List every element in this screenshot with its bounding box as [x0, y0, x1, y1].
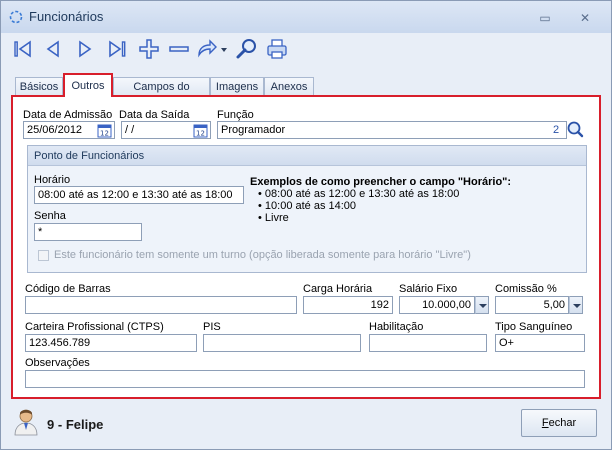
prev-icon [46, 40, 59, 58]
observacoes-label: Observações [25, 357, 90, 369]
first-record-button[interactable] [11, 37, 35, 61]
saida-label: Data da Saída [119, 109, 190, 121]
ctps-label: Carteira Profissional (CTPS) [25, 321, 164, 333]
next-record-button[interactable] [73, 37, 97, 61]
fechar-label: echar [548, 417, 577, 429]
print-icon [267, 39, 287, 59]
comissao-label: Comissão % [495, 283, 557, 295]
carga-horaria-label: Carga Horária [303, 283, 373, 295]
um-turno-checkbox[interactable] [38, 250, 49, 261]
last-record-button[interactable] [105, 37, 129, 61]
user-separator: - [57, 417, 63, 432]
tab-anexos[interactable]: Anexos [264, 77, 314, 97]
habilitacao-label: Habilitação [369, 321, 424, 333]
salario-dropdown[interactable] [475, 296, 489, 314]
calendar-icon[interactable]: 12 [97, 123, 112, 138]
tab-outros[interactable]: Outros [63, 73, 113, 97]
previous-record-button[interactable] [41, 37, 65, 61]
horario-field[interactable]: 08:00 até as 12:00 e 13:30 até as 18:00 [34, 186, 244, 204]
pis-label: PIS [203, 321, 221, 333]
codigo-barras-field[interactable] [25, 296, 297, 314]
tab-campos-do-usuario[interactable]: Campos do Usuário [113, 77, 210, 111]
next-icon [79, 40, 92, 58]
refresh-button[interactable] [195, 37, 219, 61]
search-icon[interactable] [566, 120, 584, 138]
pis-field[interactable] [203, 334, 361, 352]
user-id: 9 [47, 417, 55, 432]
ponto-group-header: Ponto de Funcionários [28, 146, 586, 166]
app-icon [9, 10, 23, 24]
fechar-accel: F [541, 417, 549, 429]
tab-basicos[interactable]: Básicos [15, 77, 63, 97]
window: Funcionários ▭ ✕ Básicos Outros Campos d… [0, 0, 612, 450]
funcao-code: 2 [553, 124, 560, 136]
close-window-button[interactable]: ✕ [575, 11, 595, 25]
horario-label: Horário [34, 174, 71, 186]
codigo-barras-label: Código de Barras [25, 283, 111, 295]
title-bar: Funcionários ▭ ✕ [1, 1, 611, 33]
first-icon [14, 40, 31, 58]
svg-text:12: 12 [100, 130, 109, 138]
examples-title: Exemplos de como preencher o campo "Horá… [250, 176, 512, 188]
search-icon [236, 39, 256, 59]
fechar-button[interactable]: Fechar [521, 409, 597, 437]
senha-field[interactable]: * [34, 223, 142, 241]
refresh-dropdown[interactable] [219, 37, 229, 61]
toolbar [11, 37, 311, 63]
print-button[interactable] [265, 37, 289, 61]
remove-icon [169, 46, 189, 52]
admissao-label: Data de Admissão [23, 109, 113, 121]
salario-fixo-label: Salário Fixo [399, 283, 458, 295]
minimize-button[interactable]: ▭ [535, 11, 555, 25]
senha-label: Senha [34, 210, 66, 222]
outros-panel: Data de Admissão 25/06/2012 12 Data da S… [11, 95, 601, 399]
funcao-field[interactable]: Programador [217, 121, 567, 139]
chevron-down-icon [221, 48, 227, 52]
observacoes-field[interactable] [25, 370, 585, 388]
example-item: • 10:00 até as 14:00 [258, 200, 357, 212]
comissao-dropdown[interactable] [569, 296, 583, 314]
salario-fixo-field[interactable]: 10.000,00 [399, 296, 475, 314]
example-item: • 08:00 até as 12:00 e 13:30 até as 18:0… [258, 188, 460, 200]
current-user: 9 - Felipe [47, 417, 103, 432]
carga-horaria-field[interactable]: 192 [303, 296, 393, 314]
add-record-button[interactable] [137, 37, 161, 61]
ctps-field[interactable]: 123.456.789 [25, 334, 197, 352]
ponto-group: Ponto de Funcionários Horário 08:00 até … [27, 145, 587, 273]
comissao-field[interactable]: 5,00 [495, 296, 569, 314]
tipo-sanguineo-field[interactable]: O+ [495, 334, 585, 352]
tipo-sanguineo-label: Tipo Sanguíneo [495, 321, 573, 333]
tab-imagens[interactable]: Imagens [210, 77, 264, 97]
window-title: Funcionários [29, 9, 104, 24]
search-button[interactable] [235, 37, 259, 61]
um-turno-label: Este funcionário tem somente um turno (o… [54, 249, 471, 261]
add-icon [139, 39, 159, 59]
svg-text:12: 12 [196, 130, 205, 138]
ponto-group-title: Ponto de Funcionários [34, 150, 145, 162]
refresh-icon [198, 39, 217, 58]
calendar-icon[interactable]: 12 [193, 123, 208, 138]
footer: 9 - Felipe Fechar [1, 405, 611, 449]
last-icon [109, 40, 126, 58]
example-item: • Livre [258, 212, 289, 224]
tab-strip: Básicos Outros Campos do Usuário Imagens… [15, 73, 415, 111]
remove-record-button[interactable] [167, 37, 191, 61]
user-avatar-icon [14, 409, 38, 436]
funcao-label: Função [217, 109, 254, 121]
user-name: Felipe [65, 417, 104, 432]
habilitacao-field[interactable] [369, 334, 487, 352]
